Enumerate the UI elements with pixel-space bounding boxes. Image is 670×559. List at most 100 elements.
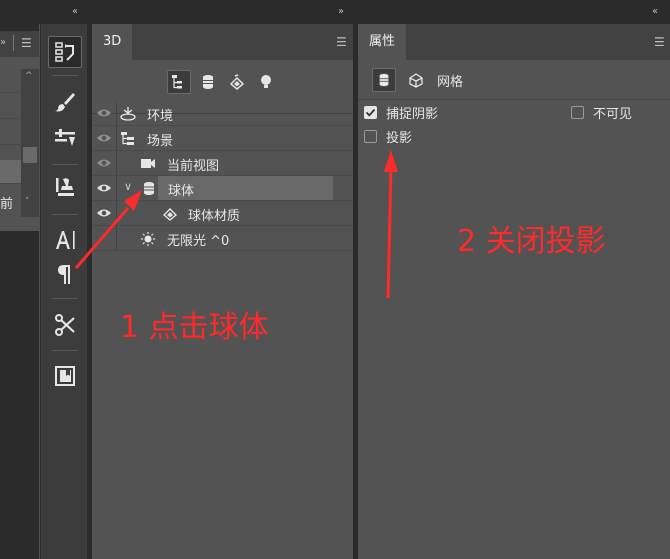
scene-row-label: 球体材质 (188, 209, 241, 224)
scene-row-sphere[interactable]: ∨ 球体 (92, 176, 353, 201)
row-divider (116, 151, 117, 176)
invisible-checkbox[interactable] (571, 106, 584, 119)
environment-icon (120, 107, 136, 121)
mesh-filter-icon (203, 75, 213, 89)
material-filter-icon (229, 74, 245, 90)
properties-menu-icon[interactable]: ☰ (654, 35, 665, 49)
3d-tool-icon (55, 42, 74, 62)
deform-mode-button[interactable] (404, 68, 428, 92)
expand-chevron-icon[interactable]: ∨ (124, 180, 132, 193)
paragraph-icon (58, 265, 70, 284)
collapse-left-icon[interactable]: ‹‹ (72, 6, 78, 17)
brush-tool-button[interactable] (48, 86, 82, 118)
scene-row-label: 场景 (147, 134, 174, 149)
visibility-eye-icon[interactable] (96, 181, 112, 195)
book-icon (55, 366, 75, 386)
expand-icon[interactable]: » (0, 37, 6, 48)
cast-shadow-checkbox[interactable] (364, 130, 377, 143)
filter-materials-button[interactable] (225, 70, 249, 94)
left-panel-header: » ☰ (0, 31, 39, 57)
scene-row-label: 球体 (168, 184, 195, 199)
paragraph-button[interactable] (48, 258, 82, 290)
tab-3d[interactable]: 3D (92, 24, 133, 60)
mesh-mode-button[interactable] (372, 68, 396, 92)
brush-icon (55, 93, 75, 112)
character-button[interactable] (48, 224, 82, 256)
properties-panel: 属性 ☰ 网格 捕捉阴影 不可见 投影 (358, 24, 670, 559)
brush-settings-icon (55, 129, 75, 146)
properties-mode-bar: 网格 (358, 60, 670, 100)
catch-shadow-label: 捕捉阴影 (386, 107, 439, 122)
clone-stamp-button[interactable] (48, 172, 82, 204)
scene-row-infinite-light[interactable]: 无限光 ^0 (92, 226, 353, 251)
character-icon (56, 231, 75, 249)
visibility-eye-icon[interactable] (96, 131, 112, 145)
scene-row-sphere-material[interactable]: 球体材质 (92, 201, 353, 226)
invisible-label: 不可见 (593, 107, 633, 122)
header-divider (13, 35, 14, 51)
properties-tabstrip: 属性 ☰ (358, 24, 670, 60)
tool-divider (52, 350, 78, 351)
left-panel-menu-icon[interactable]: ☰ (21, 36, 32, 50)
visibility-eye-icon[interactable] (96, 206, 112, 220)
scroll-down-icon[interactable]: ˅ (25, 197, 30, 207)
tool-divider (52, 164, 78, 165)
mesh-icon (144, 182, 154, 195)
cast-shadow-label: 投影 (386, 131, 413, 146)
scene-row-current-view[interactable]: 当前视图 (92, 151, 353, 176)
libraries-button[interactable] (48, 360, 82, 392)
left-panel-scrollbar[interactable]: ^ ˅ (21, 69, 39, 217)
top-chrome-bar (0, 0, 670, 24)
list-item[interactable] (0, 121, 21, 145)
clone-stamp-icon (56, 178, 74, 196)
list-item[interactable] (0, 95, 21, 119)
visibility-eye-icon[interactable] (96, 156, 112, 170)
filter-whole-scene-button[interactable] (167, 70, 191, 94)
brush-settings-button[interactable] (48, 122, 82, 154)
tool-divider (52, 214, 78, 215)
row-divider (116, 126, 117, 151)
infinite-light-icon (141, 232, 155, 246)
list-item-selected[interactable] (0, 160, 21, 184)
3d-panel-tabstrip: 3D ☰ (92, 24, 353, 60)
light-filter-icon (261, 75, 271, 88)
scene-icon (121, 132, 134, 145)
mesh-mode-icon (379, 73, 389, 87)
scene-filter-icon (172, 75, 182, 89)
collapse-right-icon[interactable]: ‹‹ (652, 6, 658, 17)
expand-right-icon[interactable]: ›› (338, 6, 344, 17)
scene-row-label: 当前视图 (167, 159, 220, 174)
filter-meshes-button[interactable] (196, 70, 220, 94)
scene-row-scene[interactable]: 场景 (92, 126, 353, 151)
scroll-up-icon[interactable]: ^ (25, 71, 33, 81)
material-icon (162, 208, 178, 221)
row-divider (116, 101, 117, 126)
scissors-tools-icon (55, 314, 75, 336)
3d-tool-button[interactable] (48, 36, 82, 68)
row-divider (116, 201, 117, 226)
annotation-step-2: 2 关闭投影 (457, 224, 606, 259)
annotation-step-1: 1 点击球体 (120, 310, 269, 345)
scroll-thumb[interactable] (23, 147, 37, 163)
checkmark-icon (365, 108, 376, 117)
scene-row-label: 无限光 ^0 (167, 234, 230, 249)
properties-mode-label: 网格 (437, 75, 464, 90)
tool-divider (52, 75, 78, 76)
partial-label: 前 (0, 197, 14, 212)
scene-row-environment[interactable]: 环境 (92, 101, 353, 126)
3d-panel-menu-icon[interactable]: ☰ (336, 35, 347, 49)
tool-divider (52, 298, 78, 299)
filter-lights-button[interactable] (254, 70, 278, 94)
tab-properties[interactable]: 属性 (358, 24, 407, 60)
camera-icon (141, 159, 155, 168)
tool-presets-button[interactable] (48, 309, 82, 341)
left-partial-panel: » ☰ ^ ˅ 前 (0, 31, 39, 231)
row-divider (116, 226, 117, 251)
catch-shadow-checkbox[interactable] (364, 106, 377, 119)
3d-panel: 3D ☰ 环境 场景 当前视图 ∨ 球体 球体材质 无限光 ^0 (92, 24, 353, 559)
deform-icon (409, 73, 423, 88)
scene-row-label: 环境 (147, 109, 174, 124)
row-divider (116, 176, 117, 201)
list-item[interactable] (0, 69, 21, 93)
visibility-eye-icon[interactable] (96, 106, 112, 120)
